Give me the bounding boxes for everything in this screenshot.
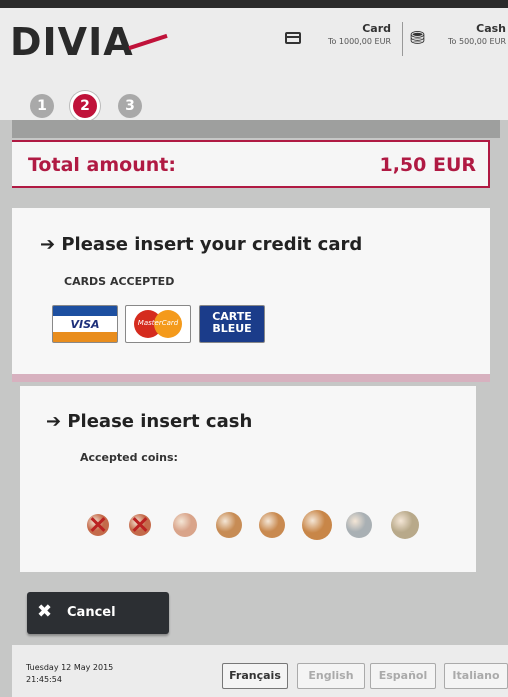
cash-limit: To 500,00 EUR xyxy=(448,37,506,46)
ticket-machine-screen: DIVIA Card To 1000,00 EUR ⛃ Cash To 500,… xyxy=(0,0,508,697)
visa-text: VISA xyxy=(70,318,100,331)
cancel-label: Cancel xyxy=(67,605,116,620)
coin-not-accepted xyxy=(129,514,151,536)
carte-bleue-text: CARTE BLEUE xyxy=(212,310,252,335)
card-payment-panel xyxy=(12,208,490,374)
separator-bar xyxy=(12,120,500,138)
card-payment-option[interactable]: Card To 1000,00 EUR xyxy=(285,22,391,62)
screen-bezel xyxy=(0,0,508,8)
coin-accepted xyxy=(259,512,285,538)
step-1: 1 xyxy=(30,94,54,118)
cancel-button[interactable]: ✖ Cancel xyxy=(27,592,169,634)
lang-button-francais[interactable]: Français xyxy=(222,663,288,689)
lang-button-english[interactable]: English xyxy=(297,663,365,689)
coin-accepted xyxy=(346,512,372,538)
card-label: Card xyxy=(362,22,391,35)
cards-accepted-label: CARDS ACCEPTED xyxy=(64,275,175,288)
mastercard-text: MasterCard xyxy=(137,319,179,327)
header: DIVIA Card To 1000,00 EUR ⛃ Cash To 500,… xyxy=(0,8,508,121)
coin-accepted xyxy=(173,513,197,537)
card-panel-title: ➔ Please insert your credit card xyxy=(40,234,363,255)
accepted-coins-label: Accepted coins: xyxy=(80,451,178,464)
lang-button-espanol[interactable]: Español xyxy=(370,663,436,689)
cash-label: Cash xyxy=(476,22,506,35)
carte-bleue-logo: CARTE BLEUE xyxy=(199,305,265,343)
card-limit: To 1000,00 EUR xyxy=(327,37,391,46)
datetime: Tuesday 12 May 2015 21:45:54 xyxy=(26,662,113,686)
coin-not-accepted xyxy=(87,514,109,536)
step-2-active: 2 xyxy=(70,91,100,121)
step-3: 3 xyxy=(118,94,142,118)
time-text: 21:45:54 xyxy=(26,675,62,684)
total-amount-box: Total amount: 1,50 EUR xyxy=(12,140,490,188)
total-label: Total amount: xyxy=(28,154,176,176)
panel-divider-stripe xyxy=(12,374,490,382)
mastercard-logo: MasterCard xyxy=(125,305,191,343)
divia-logo: DIVIA xyxy=(10,20,168,64)
lang-button-italiano[interactable]: Italiano xyxy=(444,663,508,689)
cash-payment-option[interactable]: ⛃ Cash To 500,00 EUR xyxy=(410,22,506,62)
close-icon: ✖ xyxy=(37,601,53,622)
coin-accepted xyxy=(216,512,242,538)
date-text: Tuesday 12 May 2015 xyxy=(26,663,114,672)
coin-accepted xyxy=(302,510,332,540)
logo-accent xyxy=(128,33,168,51)
cash-panel-title: ➔ Please insert cash xyxy=(46,411,253,432)
total-value: 1,50 EUR xyxy=(379,154,476,176)
logo-text: DIVIA xyxy=(10,20,134,64)
visa-logo: VISA xyxy=(52,305,118,343)
footer: Tuesday 12 May 2015 21:45:54 Français En… xyxy=(12,645,508,697)
coin-accepted xyxy=(391,511,419,539)
